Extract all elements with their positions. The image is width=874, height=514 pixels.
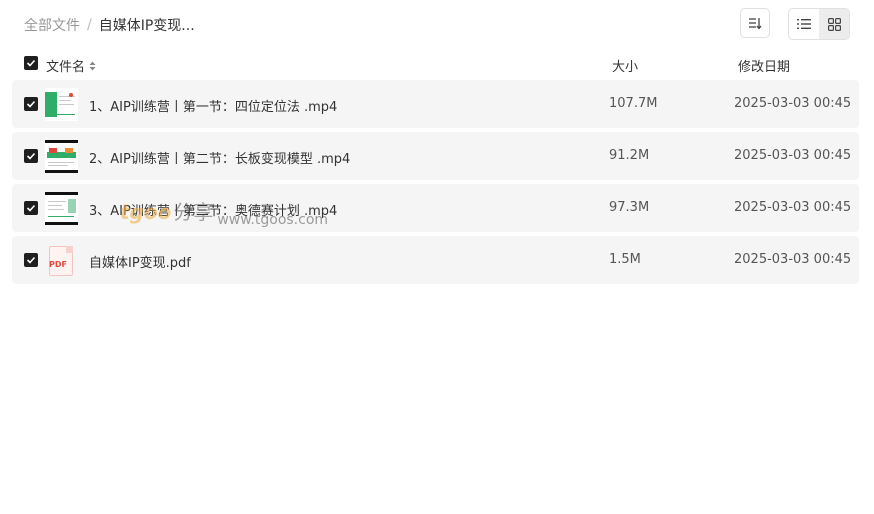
file-date: 2025-03-03 00:45 (734, 148, 852, 163)
grid-view-button[interactable] (819, 9, 849, 39)
row-checkbox[interactable] (24, 201, 38, 215)
sort-updown-icon (89, 61, 96, 71)
file-size: 107.7M (609, 96, 658, 111)
breadcrumb-current: 自媒体IP变现... (98, 18, 195, 34)
check-icon (26, 256, 36, 264)
name-column-label: 文件名 (46, 60, 86, 75)
file-size: 1.5M (609, 252, 641, 267)
list-view-icon (797, 19, 811, 29)
sort-list-icon (749, 18, 762, 30)
file-row[interactable]: 2、AIP训练营丨第二节：长板变现模型 .mp4 91.2M 2025-03-0… (12, 132, 859, 180)
file-name[interactable]: 自媒体IP变现.pdf (89, 252, 191, 271)
date-column-header[interactable]: 修改日期 (738, 56, 790, 75)
video-thumbnail (45, 88, 78, 121)
video-thumbnail (45, 192, 78, 225)
file-name[interactable]: 3、AIP训练营丨第三节：奥德赛计划 .mp4 (89, 200, 337, 219)
view-toggle (788, 8, 850, 40)
pdf-icon-label: PDF (49, 260, 67, 269)
check-icon (26, 152, 36, 160)
size-column-header[interactable]: 大小 (612, 56, 638, 75)
file-size: 97.3M (609, 200, 650, 215)
check-icon (26, 59, 36, 67)
file-name[interactable]: 2、AIP训练营丨第二节：长板变现模型 .mp4 (89, 148, 350, 167)
file-row[interactable]: 3、AIP训练营丨第三节：奥德赛计划 .mp4 97.3M 2025-03-03… (12, 184, 859, 232)
row-checkbox[interactable] (24, 149, 38, 163)
pdf-file-icon: PDF (45, 244, 78, 277)
select-all-checkbox[interactable] (24, 56, 38, 70)
video-thumbnail (45, 140, 78, 173)
breadcrumb-separator: / (87, 17, 92, 33)
file-list: 1、AIP训练营丨第一节：四位定位法 .mp4 107.7M 2025-03-0… (12, 80, 859, 288)
file-size: 91.2M (609, 148, 650, 163)
grid-view-icon (827, 17, 841, 31)
file-list-header: 文件名 大小 修改日期 (0, 52, 874, 76)
list-view-button[interactable] (789, 9, 819, 39)
sort-button[interactable] (740, 8, 770, 38)
breadcrumb: 全部文件 / 自媒体IP变现... (24, 15, 195, 35)
file-row[interactable]: PDF 自媒体IP变现.pdf 1.5M 2025-03-03 00:45 (12, 236, 859, 284)
file-date: 2025-03-03 00:45 (734, 200, 852, 215)
row-checkbox[interactable] (24, 253, 38, 267)
file-name[interactable]: 1、AIP训练营丨第一节：四位定位法 .mp4 (89, 96, 337, 115)
file-row[interactable]: 1、AIP训练营丨第一节：四位定位法 .mp4 107.7M 2025-03-0… (12, 80, 859, 128)
check-icon (26, 100, 36, 108)
name-column-header[interactable]: 文件名 (46, 56, 96, 75)
file-date: 2025-03-03 00:45 (734, 252, 852, 267)
file-date: 2025-03-03 00:45 (734, 96, 852, 111)
check-icon (26, 204, 36, 212)
row-checkbox[interactable] (24, 97, 38, 111)
breadcrumb-root-link[interactable]: 全部文件 (24, 15, 80, 35)
